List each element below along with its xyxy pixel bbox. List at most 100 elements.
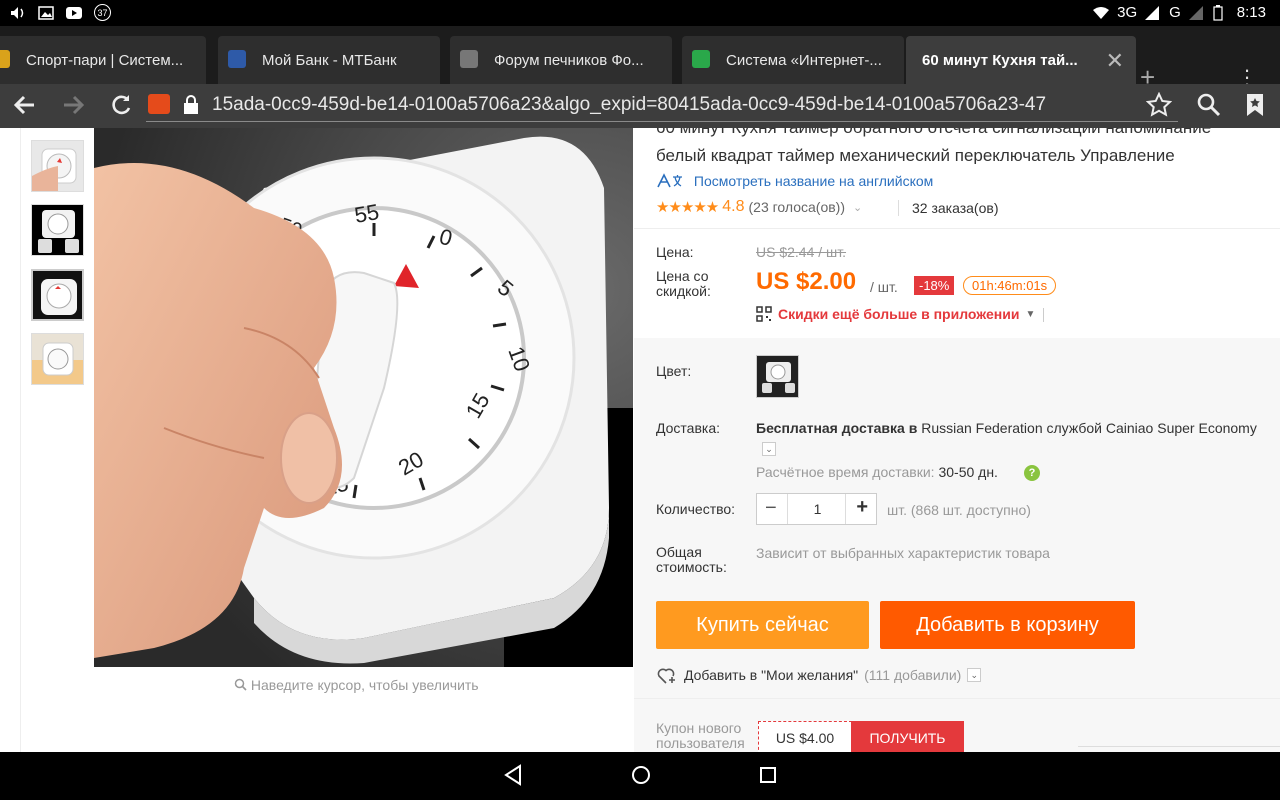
tab-label: 60 минут Кухня тай...: [922, 51, 1078, 69]
network-type: 3G: [1117, 4, 1138, 21]
thumbnail-4[interactable]: [31, 333, 84, 385]
get-coupon-button[interactable]: ПОЛУЧИТЬ: [851, 721, 964, 752]
tab-forum[interactable]: Форум печников Фо...: [450, 36, 672, 84]
available-count: шт. (868 шт. доступно): [887, 502, 1031, 518]
aliexpress-favicon-icon: [148, 94, 170, 114]
reload-icon[interactable]: [108, 92, 134, 125]
app-discount-text: Скидки ещё больше в приложении: [778, 306, 1020, 322]
orders-count: 32 заказа(ов): [912, 200, 999, 216]
clock: 8:13: [1236, 4, 1266, 21]
shipping-info: Бесплатная доставка в Russian Federation…: [756, 420, 1257, 436]
current-price: US $2.00: [756, 268, 857, 295]
chevron-down-icon[interactable]: ⌄: [967, 668, 982, 682]
back-icon[interactable]: [502, 762, 524, 788]
discount-price-label: Цена со скидкой:: [656, 268, 711, 299]
network-type-2: G: [1169, 4, 1181, 21]
tab-internet-system[interactable]: Система «Интернет-...: [682, 36, 904, 84]
shipping-bold: Бесплатная доставка в: [756, 420, 918, 436]
title-line-2: белый квадрат таймер механический перекл…: [656, 146, 1175, 164]
shipping-dropdown-icon[interactable]: ⌄: [762, 442, 776, 456]
thumbnail-3[interactable]: [31, 269, 84, 321]
plus-button[interactable]: +: [856, 496, 868, 519]
eta-label: Расчётное время доставки:: [756, 464, 935, 480]
add-to-cart-button[interactable]: Добавить в корзину: [880, 601, 1135, 649]
tab-label: Спорт-пари | Систем...: [26, 51, 184, 69]
magnifier-icon: [234, 678, 247, 691]
battery-icon: [1213, 4, 1223, 21]
countdown-timer: 01h:46m:01s: [963, 276, 1057, 295]
rating-score: 4.8: [722, 198, 745, 215]
rating-votes: (23 голоса(ов)): [748, 199, 846, 215]
translate-link-text: Посмотреть название на английском: [693, 173, 934, 189]
forward-arrow-icon[interactable]: [60, 92, 86, 125]
home-icon[interactable]: [628, 762, 654, 788]
rating[interactable]: ★★★★★ 4.8 (23 голоса(ов)) ⌄: [656, 198, 862, 216]
coupon-value: US $4.00: [758, 721, 852, 752]
buy-now-button[interactable]: Купить сейчас: [656, 601, 869, 649]
quantity-stepper: − 1 +: [756, 493, 877, 525]
wifi-icon: [1093, 6, 1110, 19]
eta-value: 30-50 дн.: [938, 464, 998, 480]
image-icon: [38, 5, 54, 20]
signal-icon-2: [1188, 5, 1203, 20]
recents-icon[interactable]: [758, 762, 780, 788]
rating-stars-icon: ★★★★★: [656, 199, 719, 216]
divider: [898, 200, 899, 216]
close-tab-icon[interactable]: ✕: [1106, 48, 1124, 74]
app-discount-link[interactable]: Скидки ещё больше в приложении ▼: [756, 306, 1035, 322]
search-icon[interactable]: [1196, 92, 1222, 125]
lock-icon: [184, 95, 198, 114]
qr-code-icon: [756, 306, 772, 322]
tab-active-product[interactable]: 60 минут Кухня тай... ✕: [906, 36, 1136, 84]
divider: [1043, 308, 1044, 322]
tab-label: Форум печников Фо...: [494, 51, 644, 69]
favicon-icon: [0, 50, 10, 68]
product-page: 55 0 5 10 15 20 25 40 50 Наведите курсор…: [0, 128, 1280, 752]
color-option[interactable]: [756, 355, 799, 398]
wishlist-text: Добавить в "Мои желания": [684, 667, 859, 683]
divider: [634, 228, 1280, 229]
shipping-method: Russian Federation службой Cainiao Super…: [917, 420, 1257, 436]
shipping-label: Доставка:: [656, 420, 721, 436]
tab-mtbank[interactable]: Мой Банк - МТБанк: [218, 36, 440, 84]
caret-down-icon: ▼: [1025, 308, 1036, 320]
notification-badge: 37: [94, 4, 111, 21]
rss-favicon-icon: [692, 50, 710, 68]
divider: [20, 128, 21, 752]
dial-number: 55: [353, 199, 381, 228]
title-line-1: 60 минут Кухня таймер обратного отсчета …: [656, 128, 1276, 142]
thumbnail-1[interactable]: [31, 140, 84, 192]
main-product-image[interactable]: 55 0 5 10 15 20 25 40 50: [94, 128, 633, 667]
discount-badge: -18%: [914, 276, 955, 295]
bank-favicon-icon: [228, 50, 246, 68]
wishlist-count: (111 добавили): [864, 667, 962, 683]
price-label: Цена:: [656, 244, 694, 260]
status-bar: 37 3G G 8:13: [0, 0, 1280, 26]
bookmarks-icon[interactable]: [1244, 92, 1266, 125]
divider: [1078, 746, 1280, 747]
quantity-label: Количество:: [656, 501, 736, 517]
youtube-icon: [66, 6, 82, 19]
price-unit: / шт.: [870, 279, 898, 295]
delivery-estimate: Расчётное время доставки: 30-50 дн.: [756, 464, 998, 480]
chevron-down-icon: ⌄: [853, 201, 863, 214]
total-label: Общая стоимость:: [656, 544, 727, 575]
coupon-label: Купон нового пользователя: [656, 720, 745, 751]
house-favicon-icon: [460, 50, 478, 68]
back-arrow-icon[interactable]: [12, 92, 38, 125]
wishlist-link[interactable]: Добавить в "Мои желания" (111 добавили) …: [656, 665, 982, 685]
divider: [634, 698, 1280, 699]
signal-icon: [1145, 5, 1160, 20]
thumbnail-2[interactable]: [31, 204, 84, 256]
help-icon[interactable]: ?: [1024, 465, 1040, 481]
volume-icon: [11, 6, 24, 19]
zoom-hint: Наведите курсор, чтобы увеличить: [234, 677, 479, 693]
color-label: Цвет:: [656, 363, 692, 379]
tab-sport[interactable]: Спорт-пари | Систем...: [0, 36, 206, 84]
zoom-hint-text: Наведите курсор, чтобы увеличить: [250, 677, 479, 693]
translate-link[interactable]: Посмотреть название на английском: [656, 172, 933, 190]
url-text[interactable]: 15ada-0cc9-459d-be14-0100a5706a23&algo_e…: [212, 94, 1136, 116]
product-title: 60 минут Кухня таймер обратного отсчета …: [656, 128, 1280, 164]
heart-plus-icon: [657, 668, 675, 684]
translate-icon: [657, 173, 682, 188]
